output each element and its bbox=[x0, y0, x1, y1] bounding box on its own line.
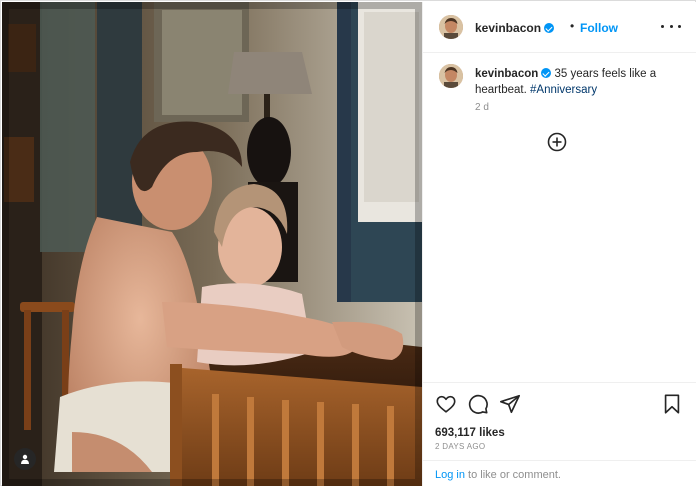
verified-badge-icon bbox=[544, 23, 555, 33]
user-tag-icon[interactable] bbox=[14, 448, 36, 470]
follow-button[interactable]: Follow bbox=[580, 21, 618, 35]
more-options-icon[interactable] bbox=[661, 18, 681, 34]
caption-avatar[interactable] bbox=[439, 64, 463, 88]
login-prompt: Log in to like or comment. bbox=[423, 460, 696, 487]
login-prompt-text: to like or comment. bbox=[468, 469, 561, 481]
add-circle-icon[interactable] bbox=[547, 132, 567, 152]
post-header: kevinbacon • Follow bbox=[423, 2, 696, 53]
post-side-panel: kevinbacon • Follow kevinbacon 35 years … bbox=[422, 2, 696, 486]
login-link[interactable]: Log in bbox=[435, 469, 465, 481]
post-dialog: kevinbacon • Follow kevinbacon 35 years … bbox=[0, 0, 696, 486]
separator-dot: • bbox=[570, 19, 575, 33]
hashtag-link[interactable]: #Anniversary bbox=[530, 84, 597, 96]
heart-icon[interactable] bbox=[435, 393, 457, 415]
avatar[interactable] bbox=[439, 15, 463, 39]
username-link[interactable]: kevinbacon bbox=[475, 21, 555, 35]
vintage-couple-photo bbox=[2, 2, 422, 486]
share-icon[interactable] bbox=[499, 393, 521, 415]
action-bar bbox=[423, 382, 696, 425]
verified-badge-icon bbox=[541, 68, 552, 78]
post-timestamp: 2 DAYS AGO bbox=[435, 442, 486, 451]
likes-count[interactable]: 693,117 likes bbox=[435, 427, 505, 439]
caption-text: kevinbacon 35 years feels like a heartbe… bbox=[475, 66, 675, 98]
bookmark-icon[interactable] bbox=[661, 393, 683, 415]
caption-username[interactable]: kevinbacon bbox=[475, 68, 552, 80]
caption-timestamp: 2 d bbox=[475, 102, 489, 113]
comment-icon[interactable] bbox=[467, 393, 489, 415]
post-photo[interactable] bbox=[2, 2, 422, 486]
